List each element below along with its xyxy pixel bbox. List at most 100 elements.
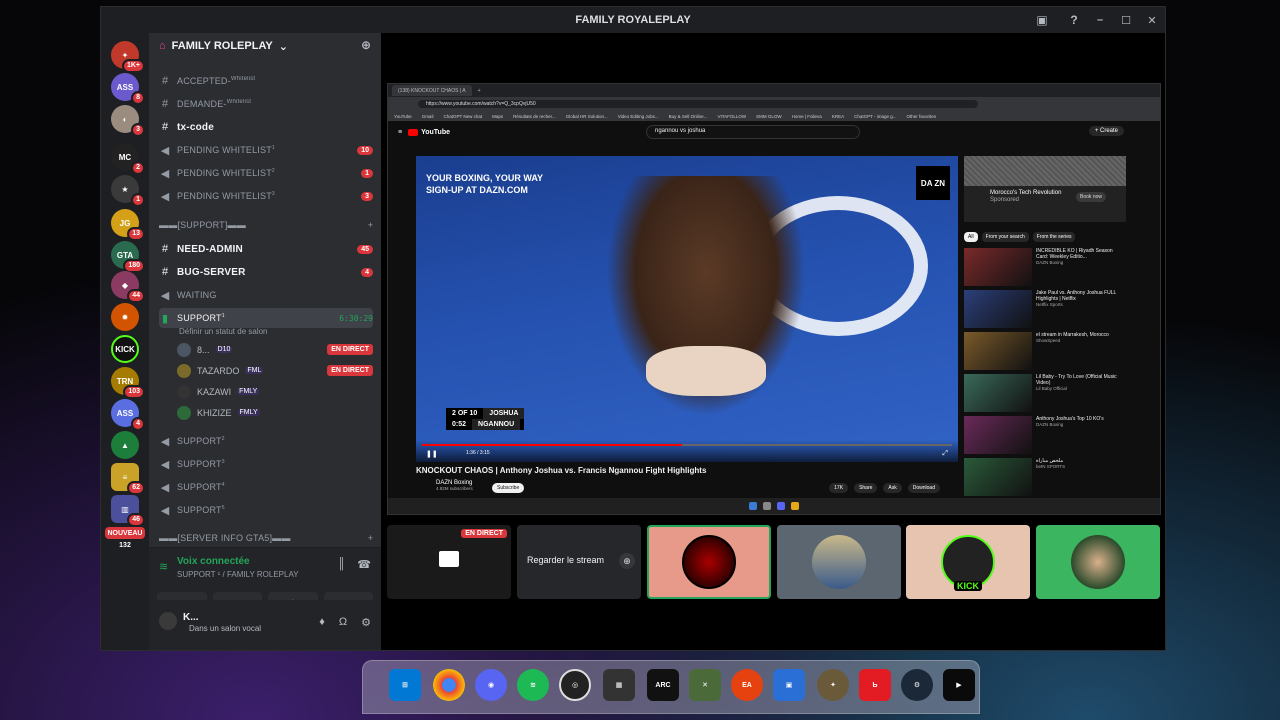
guild-icon[interactable]: ✹ bbox=[111, 303, 139, 331]
discord-icon[interactable]: ◉ bbox=[475, 669, 507, 701]
watch-stream-tile[interactable]: Regarder le stream ⊕ bbox=[517, 525, 641, 599]
bookmark-item[interactable]: Global HR Solution... bbox=[566, 114, 608, 119]
channel-pending-1[interactable]: ◀ PENDING WHITELIST1 10 bbox=[159, 140, 373, 160]
guild-icon[interactable]: ★ 1 bbox=[111, 175, 145, 207]
ask-button[interactable]: Ask bbox=[883, 483, 902, 493]
bookmark-item[interactable]: SMM GLOW bbox=[756, 114, 782, 119]
bookmark-item[interactable]: Buy & Sell Online... bbox=[669, 114, 708, 119]
chrome-icon[interactable] bbox=[433, 669, 465, 701]
nvidia-icon[interactable]: ▶ bbox=[943, 669, 975, 701]
shared-screen-browser[interactable]: (138) KNOCKOUT CHAOS | A + https://www.yo… bbox=[387, 83, 1161, 515]
subscribe-button[interactable]: Subscribe bbox=[492, 483, 525, 493]
guild-icon[interactable]: ◆ 44 bbox=[111, 271, 145, 303]
channel-support-4[interactable]: ◀ SUPPORT4 bbox=[159, 477, 373, 497]
channel-info[interactable]: DAZN Boxing 4.92M subscribers bbox=[436, 480, 473, 491]
related-video[interactable]: el stream in Marrakesh, Morocco ShowSpeed bbox=[964, 332, 1126, 374]
inbox-icon[interactable]: ▣ bbox=[1033, 11, 1051, 29]
guild-icon[interactable]: ◐ 3 bbox=[111, 105, 145, 137]
username[interactable]: K... bbox=[183, 612, 199, 623]
sponsored-ad[interactable]: Morocco's Tech Revolution Sponsored Book … bbox=[964, 156, 1126, 222]
voice-channel-path[interactable]: SUPPORT ¹ / FAMILY ROLEPLAY bbox=[177, 570, 299, 579]
related-video[interactable]: Anthony Joshua's Top 10 KO's DAZN Boxing bbox=[964, 416, 1126, 458]
add-channel-icon[interactable]: + bbox=[368, 220, 373, 230]
msi-icon[interactable]: ▦ bbox=[603, 669, 635, 701]
guild-icon[interactable]: ✦ 1K+ bbox=[111, 41, 145, 73]
close-button[interactable]: ✕ bbox=[1139, 7, 1165, 33]
channel-support-1[interactable]: ▮ SUPPORT1 6:30:29 bbox=[159, 308, 373, 328]
participant-tile[interactable] bbox=[1036, 525, 1160, 599]
channel-support-3[interactable]: ◀ SUPPORT3 bbox=[159, 454, 373, 474]
youtube-logo[interactable]: YouTube bbox=[408, 128, 450, 136]
faceit-icon[interactable]: Ƅ bbox=[859, 669, 891, 701]
create-button[interactable]: + Create bbox=[1088, 126, 1124, 136]
invite-icon[interactable]: ⊕ bbox=[361, 38, 371, 52]
chip[interactable]: All bbox=[964, 232, 978, 242]
bookmark-item[interactable]: VITAFOLLOW bbox=[717, 114, 746, 119]
bookmark-item[interactable]: Gmail bbox=[422, 114, 434, 119]
watch-icon[interactable]: ⊕ bbox=[619, 553, 635, 569]
arc-raiders-icon[interactable]: ARC bbox=[647, 669, 679, 701]
guild-icon[interactable]: JG 13 bbox=[111, 209, 145, 241]
bookmark-item[interactable]: YouTube bbox=[394, 114, 412, 119]
headphones-icon[interactable]: Ω bbox=[339, 616, 347, 629]
bookmark-item[interactable]: ChatGPT New chat bbox=[443, 114, 482, 119]
game-icon[interactable]: ✕ bbox=[689, 669, 721, 701]
channel-demande[interactable]: # DEMANDE-Whitelist bbox=[159, 94, 373, 114]
server-header[interactable]: ⌂ FAMILY ROLEPLAY ⌄ ⊕ bbox=[149, 33, 381, 59]
stream-tile[interactable]: EN DIRECT bbox=[387, 525, 511, 599]
chip[interactable]: From your search bbox=[981, 232, 1029, 242]
bookmark-item[interactable]: KREA bbox=[832, 114, 844, 119]
bookmark-item[interactable]: ChatGPT - image g... bbox=[854, 114, 896, 119]
voice-user[interactable]: TAZARDO FML EN DIRECT bbox=[177, 361, 373, 380]
related-video[interactable]: Jake Paul vs. Anthony Joshua FULL Highli… bbox=[964, 290, 1126, 332]
gta-icon[interactable]: ✦ bbox=[817, 669, 849, 701]
guild-icon[interactable]: ASS 4 bbox=[111, 399, 145, 431]
voice-user[interactable]: KAZAWI FMLY bbox=[177, 382, 373, 401]
guild-icon[interactable]: TRN 103 bbox=[111, 367, 145, 399]
settings-gear-icon[interactable]: ⚙ bbox=[361, 616, 371, 629]
browser-tab[interactable]: (138) KNOCKOUT CHAOS | A bbox=[392, 85, 472, 96]
related-video[interactable]: INCREDIBLE KO | Riyadh Season Card: Week… bbox=[964, 248, 1126, 290]
disconnect-icon[interactable]: ☎ bbox=[357, 558, 371, 571]
channel-need-admin[interactable]: # NEED-ADMIN 45 bbox=[159, 239, 373, 259]
avatar[interactable] bbox=[159, 612, 177, 630]
bookmark-item[interactable]: Résultats de recher... bbox=[513, 114, 556, 119]
bookmark-item[interactable]: Home | Folieva bbox=[792, 114, 822, 119]
noise-suppression-icon[interactable]: ║ bbox=[338, 558, 346, 571]
channel-waiting[interactable]: ◀ WAITING bbox=[159, 285, 373, 305]
channel-pending-2[interactable]: ◀ PENDING WHITELIST2 1 bbox=[159, 163, 373, 183]
guild-icon[interactable]: ▲ bbox=[111, 431, 139, 459]
guild-icon[interactable]: ≡ 62 bbox=[111, 463, 145, 495]
chip[interactable]: From the series bbox=[1032, 232, 1076, 242]
progress-bar[interactable] bbox=[422, 444, 952, 446]
url-field[interactable]: https://www.youtube.com/watch?v=Q_3cpQvj… bbox=[418, 100, 978, 108]
maximize-button[interactable]: ☐ bbox=[1113, 7, 1139, 33]
guild-icon[interactable]: KICK bbox=[111, 335, 139, 363]
menu-icon[interactable]: ≡ bbox=[398, 129, 402, 136]
channel-tx-code[interactable]: # tx-code bbox=[159, 117, 373, 137]
windows-start-icon[interactable]: ⊞ bbox=[389, 669, 421, 701]
voice-connected-label[interactable]: Voix connectée bbox=[177, 556, 250, 567]
fullscreen-icon[interactable]: ⤢ bbox=[942, 450, 948, 458]
category-support[interactable]: ▬▬[Support]▬▬ + bbox=[159, 215, 373, 235]
video-player[interactable]: YOUR BOXING, YOUR WAY SIGN-UP AT DAZN.CO… bbox=[416, 156, 958, 462]
app-icon[interactable]: ▣ bbox=[773, 669, 805, 701]
channel-support-5[interactable]: ◀ SUPPORT5 bbox=[159, 500, 373, 520]
help-icon[interactable]: ? bbox=[1065, 11, 1083, 29]
voice-user[interactable]: 8... D10 EN DIRECT bbox=[177, 340, 373, 359]
microphone-icon[interactable]: ♦ bbox=[319, 616, 325, 629]
participant-tile[interactable] bbox=[647, 525, 771, 599]
watch-stream-label[interactable]: Regarder le stream bbox=[527, 555, 604, 565]
bookmark-item[interactable]: Maps bbox=[492, 114, 503, 119]
pause-icon[interactable]: ❚❚ bbox=[426, 450, 438, 458]
participant-tile[interactable] bbox=[777, 525, 901, 599]
category-server-info[interactable]: ▬▬[SERVER INFO GTA5]▬▬ + bbox=[159, 528, 373, 548]
book-now-button[interactable]: Book now bbox=[1076, 192, 1106, 202]
minimize-button[interactable]: – bbox=[1087, 7, 1113, 33]
share-button[interactable]: Share bbox=[854, 483, 878, 493]
like-button[interactable]: 17K bbox=[829, 483, 849, 493]
search-input[interactable]: ngannou vs joshua bbox=[646, 125, 860, 139]
new-tab-icon[interactable]: + bbox=[478, 88, 481, 94]
ea-icon[interactable]: EA bbox=[731, 669, 763, 701]
steam-icon[interactable]: ⚙ bbox=[901, 669, 933, 701]
